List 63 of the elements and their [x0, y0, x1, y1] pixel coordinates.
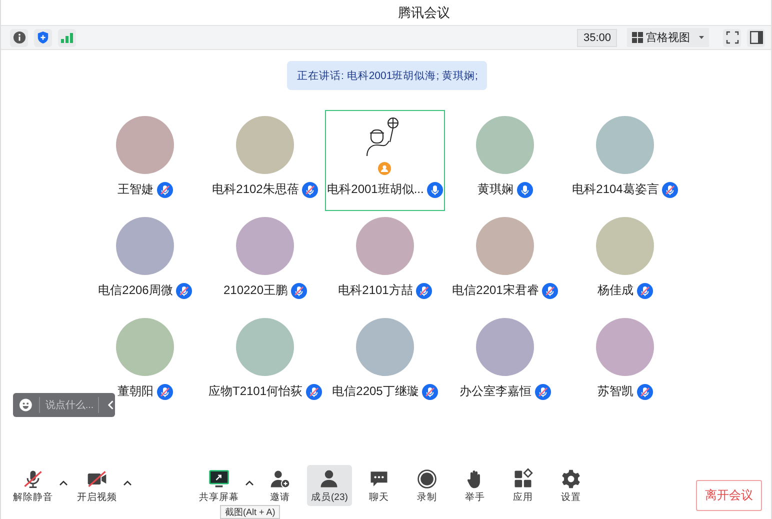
muted-mic-icon [306, 384, 322, 400]
hand-button[interactable]: 举手 [454, 465, 496, 506]
participant-name: 王智婕 [118, 181, 154, 198]
add-user-icon [269, 468, 291, 490]
video-button[interactable]: 开启视频 [73, 465, 121, 506]
record-button[interactable]: 录制 [406, 465, 448, 506]
muted-mic-icon [422, 384, 438, 400]
participant-name: 办公室李嘉恒 [460, 383, 532, 400]
participant-name: 杨佳成 [598, 282, 634, 299]
participant-name: 董朝阳 [118, 383, 154, 400]
settings-button[interactable]: 设置 [550, 465, 592, 506]
apps-button[interactable]: 应用 [502, 465, 544, 506]
muted-mic-icon [542, 282, 558, 298]
dropdown-arrow-icon [699, 36, 704, 39]
participant-name: 电科2001班胡似... [327, 181, 424, 198]
participant-name: 电科2101方喆 [338, 282, 413, 299]
leave-meeting-button[interactable]: 离开会议 [696, 480, 762, 511]
chat-button[interactable]: 聊天 [358, 465, 400, 506]
mic-icon [426, 182, 443, 198]
shield-icon[interactable] [34, 28, 52, 46]
participant-name: 电信2201宋君睿 [452, 282, 539, 299]
participant-name: 黄琪娴 [478, 181, 514, 198]
participant-name: 苏智凯 [598, 383, 634, 400]
record-icon [416, 468, 438, 490]
fullscreen-icon[interactable] [723, 28, 741, 46]
muted-mic-icon [176, 282, 192, 298]
info-icon[interactable] [10, 28, 28, 46]
grid-icon [632, 32, 643, 43]
muted-mic-icon [302, 182, 318, 198]
mic-icon [516, 182, 532, 198]
collapse-icon[interactable] [107, 400, 115, 410]
video-off-icon [85, 468, 109, 490]
caret-icon[interactable] [58, 480, 68, 486]
participant-name: 电科2104葛姿言 [572, 181, 659, 198]
chat-input-field[interactable]: 说点什么... [39, 397, 100, 413]
muted-mic-icon [662, 182, 678, 198]
caret-icon[interactable] [122, 480, 132, 486]
speaking-banner: 正在讲话: 电科2001班胡似海; 黄琪娴; [287, 61, 487, 90]
participant-name: 210220王鹏 [223, 282, 288, 299]
meeting-timer: 35:00 [577, 28, 617, 46]
muted-mic-icon [22, 468, 44, 490]
caret-icon[interactable] [244, 480, 254, 486]
participant-name: 电科2102朱思蓓 [212, 181, 299, 198]
muted-mic-icon [416, 282, 432, 298]
muted-mic-icon [636, 384, 652, 400]
muted-mic-icon [290, 282, 307, 298]
participant-name: 电信2206周微 [98, 282, 173, 299]
members-button[interactable]: 成员(23) [307, 465, 352, 506]
muted-mic-icon [156, 384, 172, 400]
share-screen-icon [207, 468, 231, 490]
muted-mic-icon [534, 384, 550, 400]
share-button[interactable]: 共享屏幕 [195, 465, 243, 506]
window-title: 腾讯会议 [398, 4, 450, 22]
muted-mic-icon [636, 282, 652, 298]
view-mode-dropdown[interactable]: 宫格视图 [627, 28, 709, 47]
sidebar-icon[interactable] [747, 28, 765, 46]
tooltip: 截图(Alt + A) [220, 505, 280, 519]
mic-button[interactable]: 解除静音 [9, 465, 57, 506]
emoji-icon[interactable] [19, 398, 32, 412]
participant-name: 应物T2101何怡荻 [208, 383, 303, 400]
settings-icon [560, 468, 582, 490]
muted-mic-icon [156, 182, 172, 198]
participant-name: 电信2205丁继璇 [332, 383, 419, 400]
